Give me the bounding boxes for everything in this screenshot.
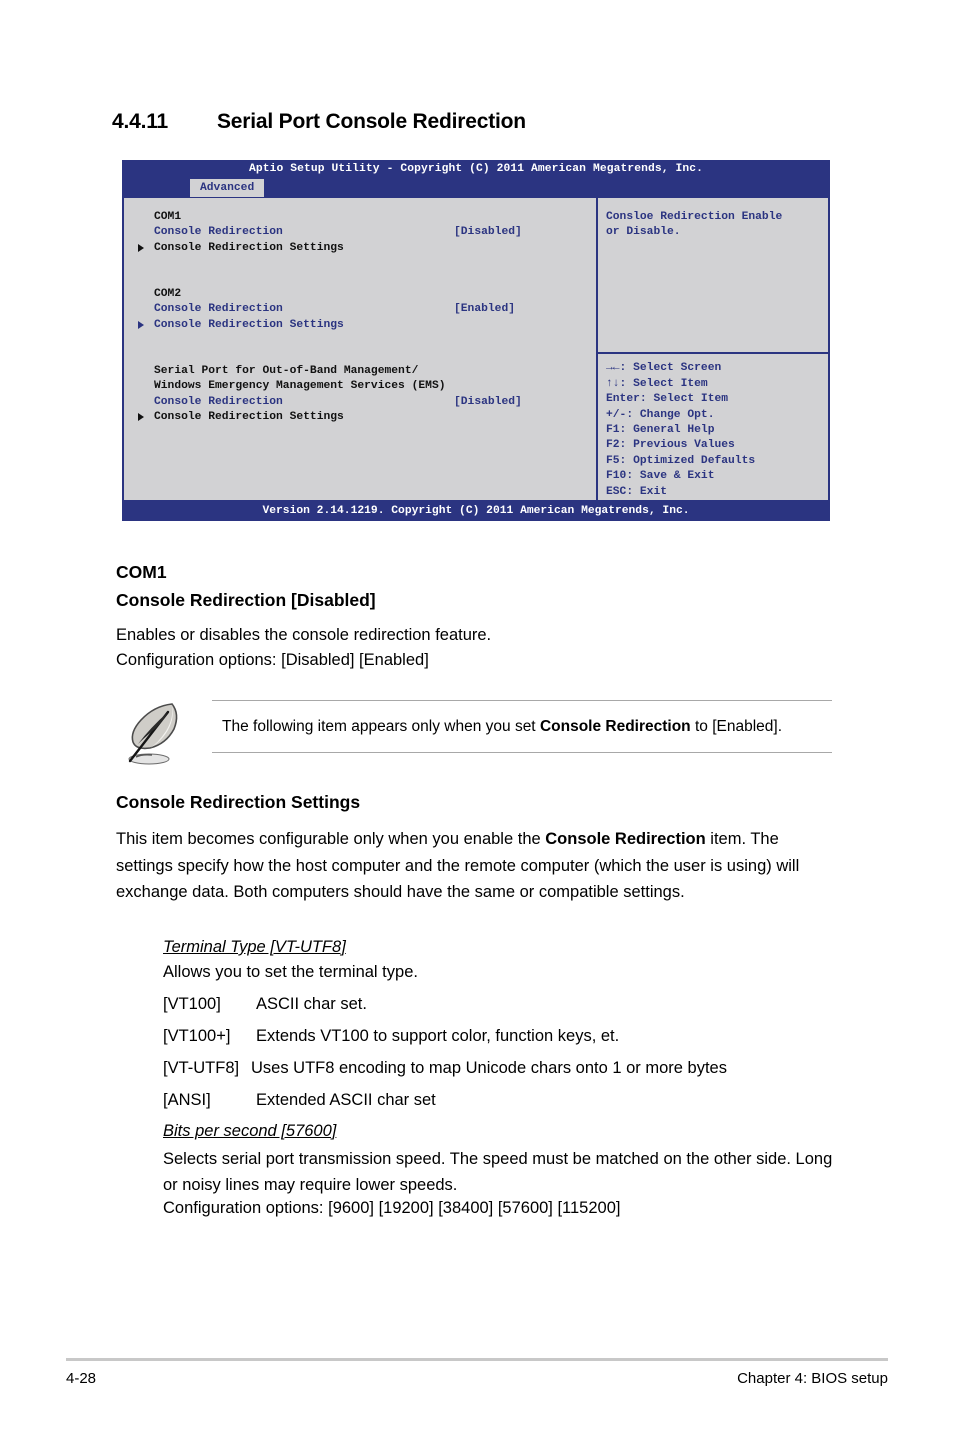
- footer-divider: [66, 1358, 888, 1361]
- bios-item-com2-console-redirection[interactable]: Console Redirection [Enabled]: [124, 302, 596, 317]
- key-enter-select-item: Enter: Select Item: [606, 393, 729, 406]
- bios-body: COM1 Console Redirection [Disabled] Cons…: [122, 197, 830, 502]
- terminal-type-option-vt100: [VT100] ASCII char set.: [163, 995, 367, 1014]
- section-title: Serial Port Console Redirection: [217, 110, 526, 133]
- com1-config-options: Configuration options: [Disabled] [Enabl…: [116, 651, 429, 669]
- group-heading-com1: COM1: [154, 211, 182, 223]
- bios-item-ems-console-redirection[interactable]: Console Redirection [Disabled]: [124, 395, 596, 410]
- bios-item-com1-console-redirection-settings[interactable]: Console Redirection Settings: [124, 241, 596, 256]
- com1-heading: COM1: [116, 562, 167, 582]
- note-quill-icon: [116, 698, 188, 770]
- group-heading-com2: COM2: [154, 287, 182, 300]
- option-desc: ASCII char set.: [256, 995, 367, 1013]
- help-line-1: Consloe Redirection Enable: [606, 211, 783, 223]
- key-change-opt: +/-: Change Opt.: [606, 408, 715, 421]
- note-box: The following item appears only when you…: [212, 700, 832, 753]
- note-text: The following item appears only when you…: [222, 715, 832, 739]
- crs-paragraph: This item becomes configurable only when…: [116, 826, 834, 906]
- crs-para-before: This item becomes configurable only when…: [116, 830, 546, 848]
- bios-screenshot: Aptio Setup Utility - Copyright (C) 2011…: [122, 160, 830, 521]
- key-esc-exit: ESC: Exit: [606, 485, 668, 498]
- section-number: 4.4.11: [112, 110, 169, 133]
- bios-key-legend: →←: Select Screen ↑↓: Select Item Enter:…: [598, 354, 828, 500]
- bios-help-text: Consloe Redirection Enable or Disable.: [598, 198, 828, 355]
- group-heading-ems-line2: Windows Emergency Management Services (E…: [154, 380, 446, 393]
- option-key: [ANSI]: [163, 1091, 211, 1109]
- terminal-type-desc: Allows you to set the terminal type.: [163, 963, 418, 981]
- submenu-arrow-icon: [138, 320, 144, 329]
- key-select-item-arrows: ↑↓: Select Item: [606, 377, 708, 390]
- option-key: [VT-UTF8]: [163, 1059, 240, 1077]
- crs-heading: Console Redirection Settings: [116, 792, 361, 812]
- key-select-screen: →←: Select Screen: [606, 362, 722, 375]
- page-title: 4.4.11 Serial Port Console Redirection: [112, 110, 526, 134]
- bios-version-bar: Version 2.14.1219. Copyright (C) 2011 Am…: [122, 502, 830, 521]
- bits-per-second-desc: Selects serial port transmission speed. …: [163, 1150, 833, 1194]
- item-label: Console Redirection: [154, 226, 283, 239]
- bios-tab-bar: Advanced: [122, 179, 830, 197]
- item-label: Console Redirection Settings: [154, 318, 344, 331]
- bits-per-second-heading: Bits per second [57600]: [163, 1122, 337, 1140]
- terminal-type-option-vt100plus: [VT100+] Extends VT100 to support color, …: [163, 1027, 619, 1046]
- item-label: Console Redirection: [154, 303, 283, 316]
- item-label: Console Redirection: [154, 395, 283, 408]
- option-key: [VT100+]: [163, 1027, 231, 1045]
- bios-item-com1-console-redirection[interactable]: Console Redirection [Disabled]: [124, 225, 596, 240]
- note-text-after: to [Enabled].: [690, 718, 782, 735]
- option-desc: Uses UTF8 encoding to map Unicode chars …: [251, 1059, 727, 1077]
- note-text-before: The following item appears only when you…: [222, 718, 540, 735]
- bios-title-bar: Aptio Setup Utility - Copyright (C) 2011…: [122, 160, 830, 179]
- terminal-type-option-vtutf8: [VT-UTF8] Uses UTF8 encoding to map Unico…: [163, 1059, 727, 1078]
- com1-desc-line: Enables or disables the console redirect…: [116, 626, 492, 644]
- bios-item-ems-console-redirection-settings[interactable]: Console Redirection Settings: [124, 410, 596, 425]
- key-f2-previous-values: F2: Previous Values: [606, 439, 735, 452]
- com1-description: Enables or disables the console redirect…: [116, 623, 834, 673]
- key-f10-save-exit: F10: Save & Exit: [606, 470, 715, 483]
- item-value: [Enabled]: [454, 303, 516, 316]
- item-value: [Disabled]: [454, 226, 522, 239]
- footer-chapter: Chapter 4: BIOS setup: [737, 1370, 888, 1387]
- option-desc: Extends VT100 to support color, function…: [256, 1027, 620, 1045]
- item-value: [Disabled]: [454, 395, 522, 408]
- crs-para-bold: Console Redirection: [545, 830, 706, 848]
- com1-subheading: Console Redirection [Disabled]: [116, 590, 376, 610]
- key-f5-optimized-defaults: F5: Optimized Defaults: [606, 454, 756, 467]
- bits-per-second-options: Configuration options: [9600] [19200] [3…: [163, 1199, 621, 1217]
- submenu-arrow-icon: [138, 413, 144, 422]
- tab-advanced[interactable]: Advanced: [190, 179, 265, 197]
- note-text-bold: Console Redirection: [539, 718, 691, 735]
- terminal-type-option-ansi: [ANSI] Extended ASCII char set: [163, 1091, 436, 1110]
- submenu-arrow-icon: [138, 243, 144, 252]
- option-key: [VT100]: [163, 995, 221, 1013]
- item-label: Console Redirection Settings: [154, 411, 344, 424]
- terminal-type-heading: Terminal Type [VT-UTF8]: [163, 938, 346, 956]
- key-f1-general-help: F1: General Help: [606, 423, 715, 436]
- help-line-2: or Disable.: [606, 226, 681, 239]
- item-label: Console Redirection Settings: [154, 241, 344, 254]
- bios-settings-list: COM1 Console Redirection [Disabled] Cons…: [124, 198, 596, 500]
- bios-side-panel: Consloe Redirection Enable or Disable. →…: [598, 198, 828, 500]
- footer-page-number: 4-28: [66, 1370, 97, 1387]
- group-heading-ems-line1: Serial Port for Out-of-Band Management/: [154, 364, 419, 377]
- bios-item-com2-console-redirection-settings[interactable]: Console Redirection Settings: [124, 318, 596, 333]
- option-desc: Extended ASCII char set: [256, 1091, 436, 1109]
